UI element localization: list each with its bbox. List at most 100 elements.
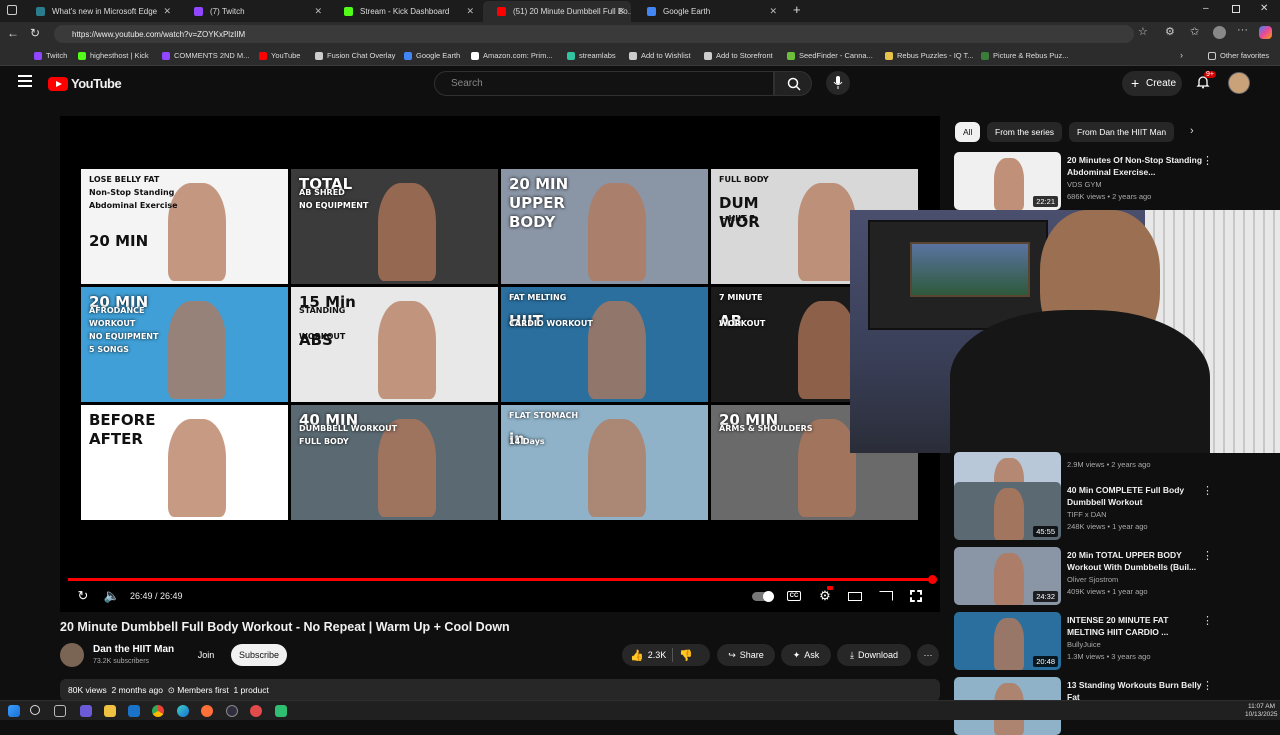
chip-all[interactable]: All xyxy=(955,122,981,142)
bookmark-item[interactable]: Add to Wishlist xyxy=(629,51,691,60)
recommended-thumbnail[interactable]: 45:55 xyxy=(954,482,1061,540)
youtube-logo[interactable]: YouTube xyxy=(48,76,122,91)
endscreen-video-thumbnail[interactable]: 20 MIN AFRODANCE WORKOUT NO EQUIPMENT 5 SONG… xyxy=(81,287,288,402)
more-vertical-icon[interactable]: ⋮ xyxy=(1202,484,1213,497)
browser-tab[interactable]: What's new in Microsoft Edge ✕ xyxy=(22,1,177,22)
captions-button[interactable]: CC xyxy=(786,588,802,604)
endscreen-video-thumbnail[interactable]: FAT MELTING HIIT CARDIO WORKOUT xyxy=(501,287,708,402)
bookmarks-overflow-icon[interactable]: › xyxy=(1180,50,1183,60)
dislike-button[interactable]: 👎 xyxy=(679,649,693,662)
endscreen-video-thumbnail[interactable]: 15 Min STANDING ABS WORKOUT xyxy=(291,287,498,402)
refresh-icon[interactable]: ↻ xyxy=(30,26,40,40)
tab-close-icon[interactable]: ✕ xyxy=(466,6,474,17)
browser-tab[interactable]: Stream - Kick Dashboard ✕ xyxy=(330,1,480,22)
recommended-channel[interactable]: Oliver Sjostrom xyxy=(1067,575,1118,584)
fullscreen-button[interactable] xyxy=(908,588,924,604)
endscreen-video-thumbnail[interactable]: FLAT STOMACH in 14 Days xyxy=(501,405,708,520)
bookmark-item[interactable]: Twitch xyxy=(34,51,67,60)
more-menu-icon[interactable]: ··· xyxy=(1237,24,1248,36)
description-box[interactable]: 80K views 2 months ago ⊙ Members first 1… xyxy=(60,679,940,701)
bookmark-item[interactable]: COMMENTS 2ND M... xyxy=(162,51,249,60)
app-red-icon[interactable] xyxy=(250,705,262,717)
back-icon[interactable]: ← xyxy=(7,26,19,40)
search-input[interactable]: Search xyxy=(434,71,774,96)
more-vertical-icon[interactable]: ⋮ xyxy=(1202,679,1213,692)
recommended-title[interactable]: 20 Minutes Of Non-Stop Standing Abdomina… xyxy=(1067,154,1207,178)
ask-button[interactable]: ✦ Ask xyxy=(781,644,831,666)
favorites-icon[interactable]: ✩ xyxy=(1190,25,1199,38)
progress-bar[interactable] xyxy=(68,578,934,581)
endscreen-video-thumbnail[interactable]: 20 MIN UPPER BODY xyxy=(501,169,708,284)
chrome-icon[interactable] xyxy=(152,705,164,717)
more-vertical-icon[interactable]: ⋮ xyxy=(1202,549,1213,562)
firefox-icon[interactable] xyxy=(201,705,213,717)
clock-date[interactable]: 10/13/2025 xyxy=(1245,711,1278,718)
endscreen-video-thumbnail[interactable]: TOTAL AB SHRED NO EQUIPMENT xyxy=(291,169,498,284)
browser-tab[interactable]: (51) 20 Minute Dumbbell Full Bo... ✕ xyxy=(483,1,631,22)
bookmark-item[interactable]: Google Earth xyxy=(404,51,460,60)
tab-actions-icon[interactable] xyxy=(7,5,17,15)
new-tab-button[interactable]: + xyxy=(793,2,801,17)
bookmark-item[interactable]: SeedFinder - Canna... xyxy=(787,51,873,60)
bookmark-item[interactable]: highesthost | Kick xyxy=(78,51,149,60)
extensions-icon[interactable]: ⚙ xyxy=(1165,25,1175,38)
bookmark-item[interactable]: Amazon.com: Prim... xyxy=(471,51,553,60)
browser-tab[interactable]: (7) Twitch ✕ xyxy=(180,1,328,22)
more-vertical-icon[interactable]: ⋮ xyxy=(1202,614,1213,627)
settings-button[interactable]: ⚙ xyxy=(817,586,833,604)
endscreen-video-thumbnail[interactable]: LOSE BELLY FAT Non-Stop Standing Abdominal… xyxy=(81,169,288,284)
hamburger-menu-icon[interactable] xyxy=(18,75,32,87)
bookmark-item[interactable]: YouTube xyxy=(259,51,300,60)
share-button[interactable]: ↪ Share xyxy=(717,644,775,666)
chips-next-icon[interactable]: › xyxy=(1190,125,1194,137)
taskbar-app-icon[interactable] xyxy=(80,705,92,717)
recommended-channel[interactable]: VDS GYM xyxy=(1067,180,1102,189)
video-player[interactable]: LOSE BELLY FAT Non-Stop Standing Abdominal… xyxy=(60,116,940,612)
bookmark-item[interactable]: streamlabs xyxy=(567,51,616,60)
task-view-icon[interactable] xyxy=(54,705,66,717)
account-avatar[interactable] xyxy=(1228,72,1250,94)
notifications-button[interactable]: 9+ xyxy=(1196,71,1216,91)
recommended-title[interactable]: 40 Min COMPLETE Full Body Dumbbell Worko… xyxy=(1067,484,1207,508)
favorite-star-icon[interactable]: ☆ xyxy=(1138,25,1148,38)
profile-avatar[interactable] xyxy=(1213,26,1226,39)
recommended-title[interactable]: INTENSE 20 MINUTE FAT MELTING HIIT CARDI… xyxy=(1067,614,1207,638)
more-actions-button[interactable]: ··· xyxy=(917,644,939,666)
chip-from-series[interactable]: From the series xyxy=(987,122,1063,142)
endscreen-video-thumbnail[interactable]: 40 MIN DUMBBELL WORKOUT FULL BODY xyxy=(291,405,498,520)
channel-name[interactable]: Dan the HIIT Man xyxy=(93,644,174,655)
browser-tab[interactable]: Google Earth ✕ xyxy=(633,1,783,22)
bookmark-item[interactable]: Fusion Chat Overlay xyxy=(315,51,395,60)
download-button[interactable]: ⤓ Download xyxy=(837,644,911,666)
edge-icon[interactable] xyxy=(177,705,189,717)
recommended-thumbnail[interactable]: 22:21 xyxy=(954,152,1061,210)
join-button[interactable]: Join xyxy=(190,644,222,666)
url-field[interactable]: https://www.youtube.com/watch?v=ZOYKxPlz… xyxy=(54,25,1134,43)
search-button[interactable] xyxy=(774,71,812,96)
subscribe-button[interactable]: Subscribe xyxy=(231,644,287,666)
bookmark-item[interactable]: Picture & Rebus Puz... xyxy=(981,51,1068,60)
recommended-thumbnail[interactable]: 20:48 xyxy=(954,612,1061,670)
volume-button[interactable]: 🔈 xyxy=(104,588,120,604)
close-window-button[interactable]: ✕ xyxy=(1260,3,1268,14)
recommended-channel[interactable]: BullyJuice xyxy=(1067,640,1101,649)
obs-icon[interactable] xyxy=(226,705,238,717)
tab-close-icon[interactable]: ✕ xyxy=(617,6,625,17)
file-explorer-icon[interactable] xyxy=(104,705,116,717)
replay-button[interactable]: ↻ xyxy=(75,588,91,604)
other-favorites[interactable]: Other favorites xyxy=(1208,51,1269,60)
theater-mode-button[interactable] xyxy=(847,588,863,604)
autoplay-toggle[interactable] xyxy=(752,591,774,602)
recommended-channel[interactable]: TIFF x DAN xyxy=(1067,510,1107,519)
endscreen-video-thumbnail[interactable]: BEFORE AFTER xyxy=(81,405,288,520)
tab-close-icon[interactable]: ✕ xyxy=(163,6,171,17)
bookmark-item[interactable]: Rebus Puzzles - IQ T... xyxy=(885,51,974,60)
like-button[interactable]: 👍 2.3K xyxy=(630,649,666,662)
cast-button[interactable] xyxy=(878,588,894,604)
recommended-title[interactable]: 20 Min TOTAL UPPER BODY Workout With Dum… xyxy=(1067,549,1207,573)
progress-scrubber[interactable] xyxy=(928,575,937,584)
copilot-icon[interactable] xyxy=(1259,26,1272,39)
tab-close-icon[interactable]: ✕ xyxy=(769,6,777,17)
clock-time[interactable]: 11:07 AM xyxy=(1248,703,1275,710)
tab-close-icon[interactable]: ✕ xyxy=(314,6,322,17)
